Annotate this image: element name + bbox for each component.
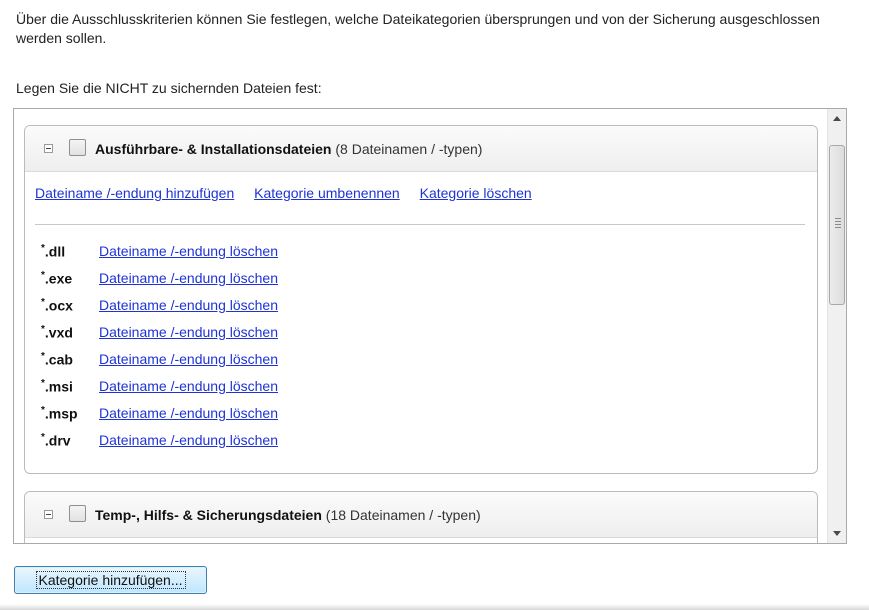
rename-category-link[interactable]: Kategorie umbenennen: [254, 185, 400, 201]
delete-filename-link[interactable]: Dateiname /-endung löschen: [99, 351, 278, 367]
intro-text: Über die Ausschlusskriterien können Sie …: [16, 11, 820, 46]
file-pattern-row: *.msi Dateiname /-endung löschen: [41, 378, 278, 405]
category-name: Temp-, Hilfs- & Sicherungsdateien: [95, 507, 322, 523]
add-filename-link[interactable]: Dateiname /-endung hinzufügen: [35, 185, 234, 201]
collapse-toggle-icon[interactable]: [44, 144, 53, 153]
exclusion-list-panel[interactable]: Ausführbare- & Installationsdateien (8 D…: [13, 108, 847, 544]
delete-category-link[interactable]: Kategorie löschen: [420, 185, 532, 201]
file-pattern-row: *.msp Dateiname /-endung löschen: [41, 405, 278, 432]
delete-filename-link[interactable]: Dateiname /-endung löschen: [99, 324, 278, 340]
category-title: Ausführbare- & Installationsdateien (8 D…: [95, 141, 482, 157]
scroll-down-arrow-icon[interactable]: [833, 531, 841, 536]
exclusion-list-content: Ausführbare- & Installationsdateien (8 D…: [14, 109, 828, 543]
vertical-scrollbar[interactable]: [827, 109, 846, 543]
category-actions: Dateiname /-endung hinzufügen Kategorie …: [35, 185, 548, 201]
grip-line: [835, 218, 841, 219]
file-extension: *.cab: [41, 351, 73, 368]
prompt-label: Legen Sie die NICHT zu sichernden Dateie…: [16, 80, 322, 96]
category-header: Temp-, Hilfs- & Sicherungsdateien (18 Da…: [25, 492, 817, 538]
category-count: (8 Dateinamen / -typen): [335, 141, 483, 157]
file-extension: *.dll: [41, 243, 66, 260]
category-checkbox[interactable]: [69, 139, 86, 156]
delete-filename-link[interactable]: Dateiname /-endung löschen: [99, 270, 278, 286]
grip-line: [835, 224, 841, 225]
delete-filename-link[interactable]: Dateiname /-endung löschen: [99, 378, 278, 394]
scroll-thumb[interactable]: [829, 145, 845, 305]
file-pattern-row: *.exe Dateiname /-endung löschen: [41, 270, 278, 297]
file-pattern-row: *.cab Dateiname /-endung löschen: [41, 351, 278, 378]
file-pattern-row: *.vxd Dateiname /-endung löschen: [41, 324, 278, 351]
file-extension: *.vxd: [41, 324, 73, 341]
file-pattern-row: *.dll Dateiname /-endung löschen: [41, 243, 278, 270]
category-title: Temp-, Hilfs- & Sicherungsdateien (18 Da…: [95, 507, 481, 523]
delete-filename-link[interactable]: Dateiname /-endung löschen: [99, 405, 278, 421]
scroll-up-arrow-icon[interactable]: [833, 116, 841, 121]
file-extension: *.msp: [41, 405, 78, 422]
category-count: (18 Dateinamen / -typen): [325, 507, 481, 523]
file-extension: *.ocx: [41, 297, 73, 314]
add-category-button[interactable]: Kategorie hinzufügen...: [14, 566, 207, 594]
add-category-label: Kategorie hinzufügen...: [35, 570, 186, 589]
collapse-toggle-icon[interactable]: [44, 510, 53, 519]
file-pattern-list: *.dll Dateiname /-endung löschen *.exe D…: [41, 243, 278, 459]
file-extension: *.exe: [41, 270, 73, 287]
category-checkbox[interactable]: [69, 505, 86, 522]
category-group-executables: Ausführbare- & Installationsdateien (8 D…: [24, 125, 818, 474]
divider: [35, 224, 805, 225]
file-pattern-row: *.drv Dateiname /-endung löschen: [41, 432, 278, 459]
file-extension: *.drv: [41, 432, 71, 449]
bottom-shadow: [0, 604, 869, 610]
delete-filename-link[interactable]: Dateiname /-endung löschen: [99, 432, 278, 448]
file-extension: *.msi: [41, 378, 73, 395]
grip-line: [835, 227, 841, 228]
delete-filename-link[interactable]: Dateiname /-endung löschen: [99, 297, 278, 313]
category-group-temp-files: Temp-, Hilfs- & Sicherungsdateien (18 Da…: [24, 491, 818, 543]
file-pattern-row: *.ocx Dateiname /-endung löschen: [41, 297, 278, 324]
category-name: Ausführbare- & Installationsdateien: [95, 141, 332, 157]
category-header: Ausführbare- & Installationsdateien (8 D…: [25, 126, 817, 172]
grip-line: [835, 221, 841, 222]
delete-filename-link[interactable]: Dateiname /-endung löschen: [99, 243, 278, 259]
